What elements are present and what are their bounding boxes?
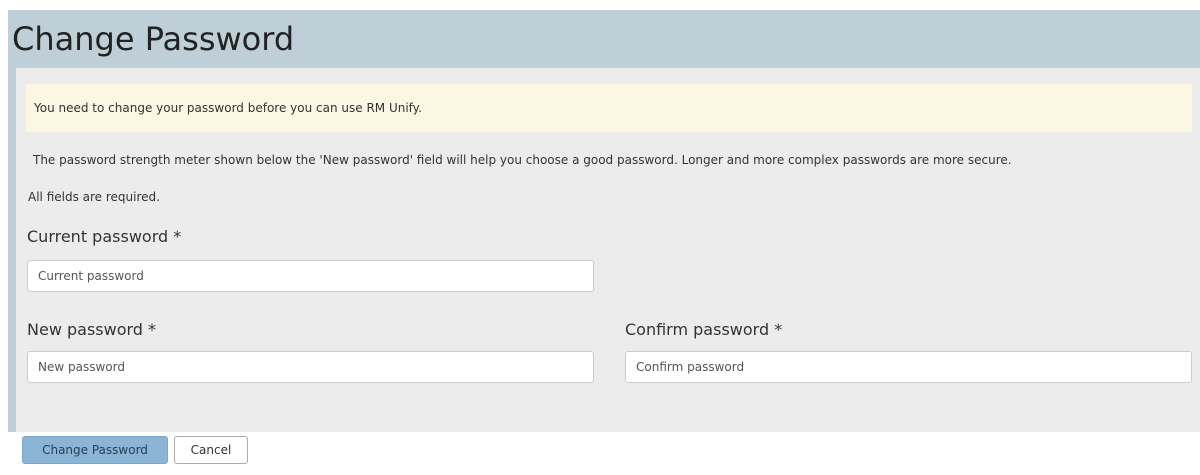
confirm-password-label: Confirm password * — [625, 320, 783, 339]
new-password-label: New password * — [27, 320, 157, 339]
page-title: Change Password — [12, 20, 295, 58]
panel-edge — [8, 68, 16, 432]
notice-text: You need to change your password before … — [34, 101, 422, 115]
current-password-input[interactable] — [27, 260, 594, 292]
current-password-label: Current password * — [27, 227, 182, 246]
password-change-notice: You need to change your password before … — [26, 84, 1192, 132]
new-password-input[interactable] — [27, 351, 594, 383]
password-strength-info: The password strength meter shown below … — [33, 153, 1012, 167]
required-fields-note: All fields are required. — [28, 190, 160, 204]
change-password-button[interactable]: Change Password — [22, 436, 168, 464]
cancel-button[interactable]: Cancel — [174, 436, 248, 464]
change-password-form: You need to change your password before … — [8, 68, 1200, 432]
page-header: Change Password — [8, 10, 1200, 68]
confirm-password-input[interactable] — [625, 351, 1192, 383]
